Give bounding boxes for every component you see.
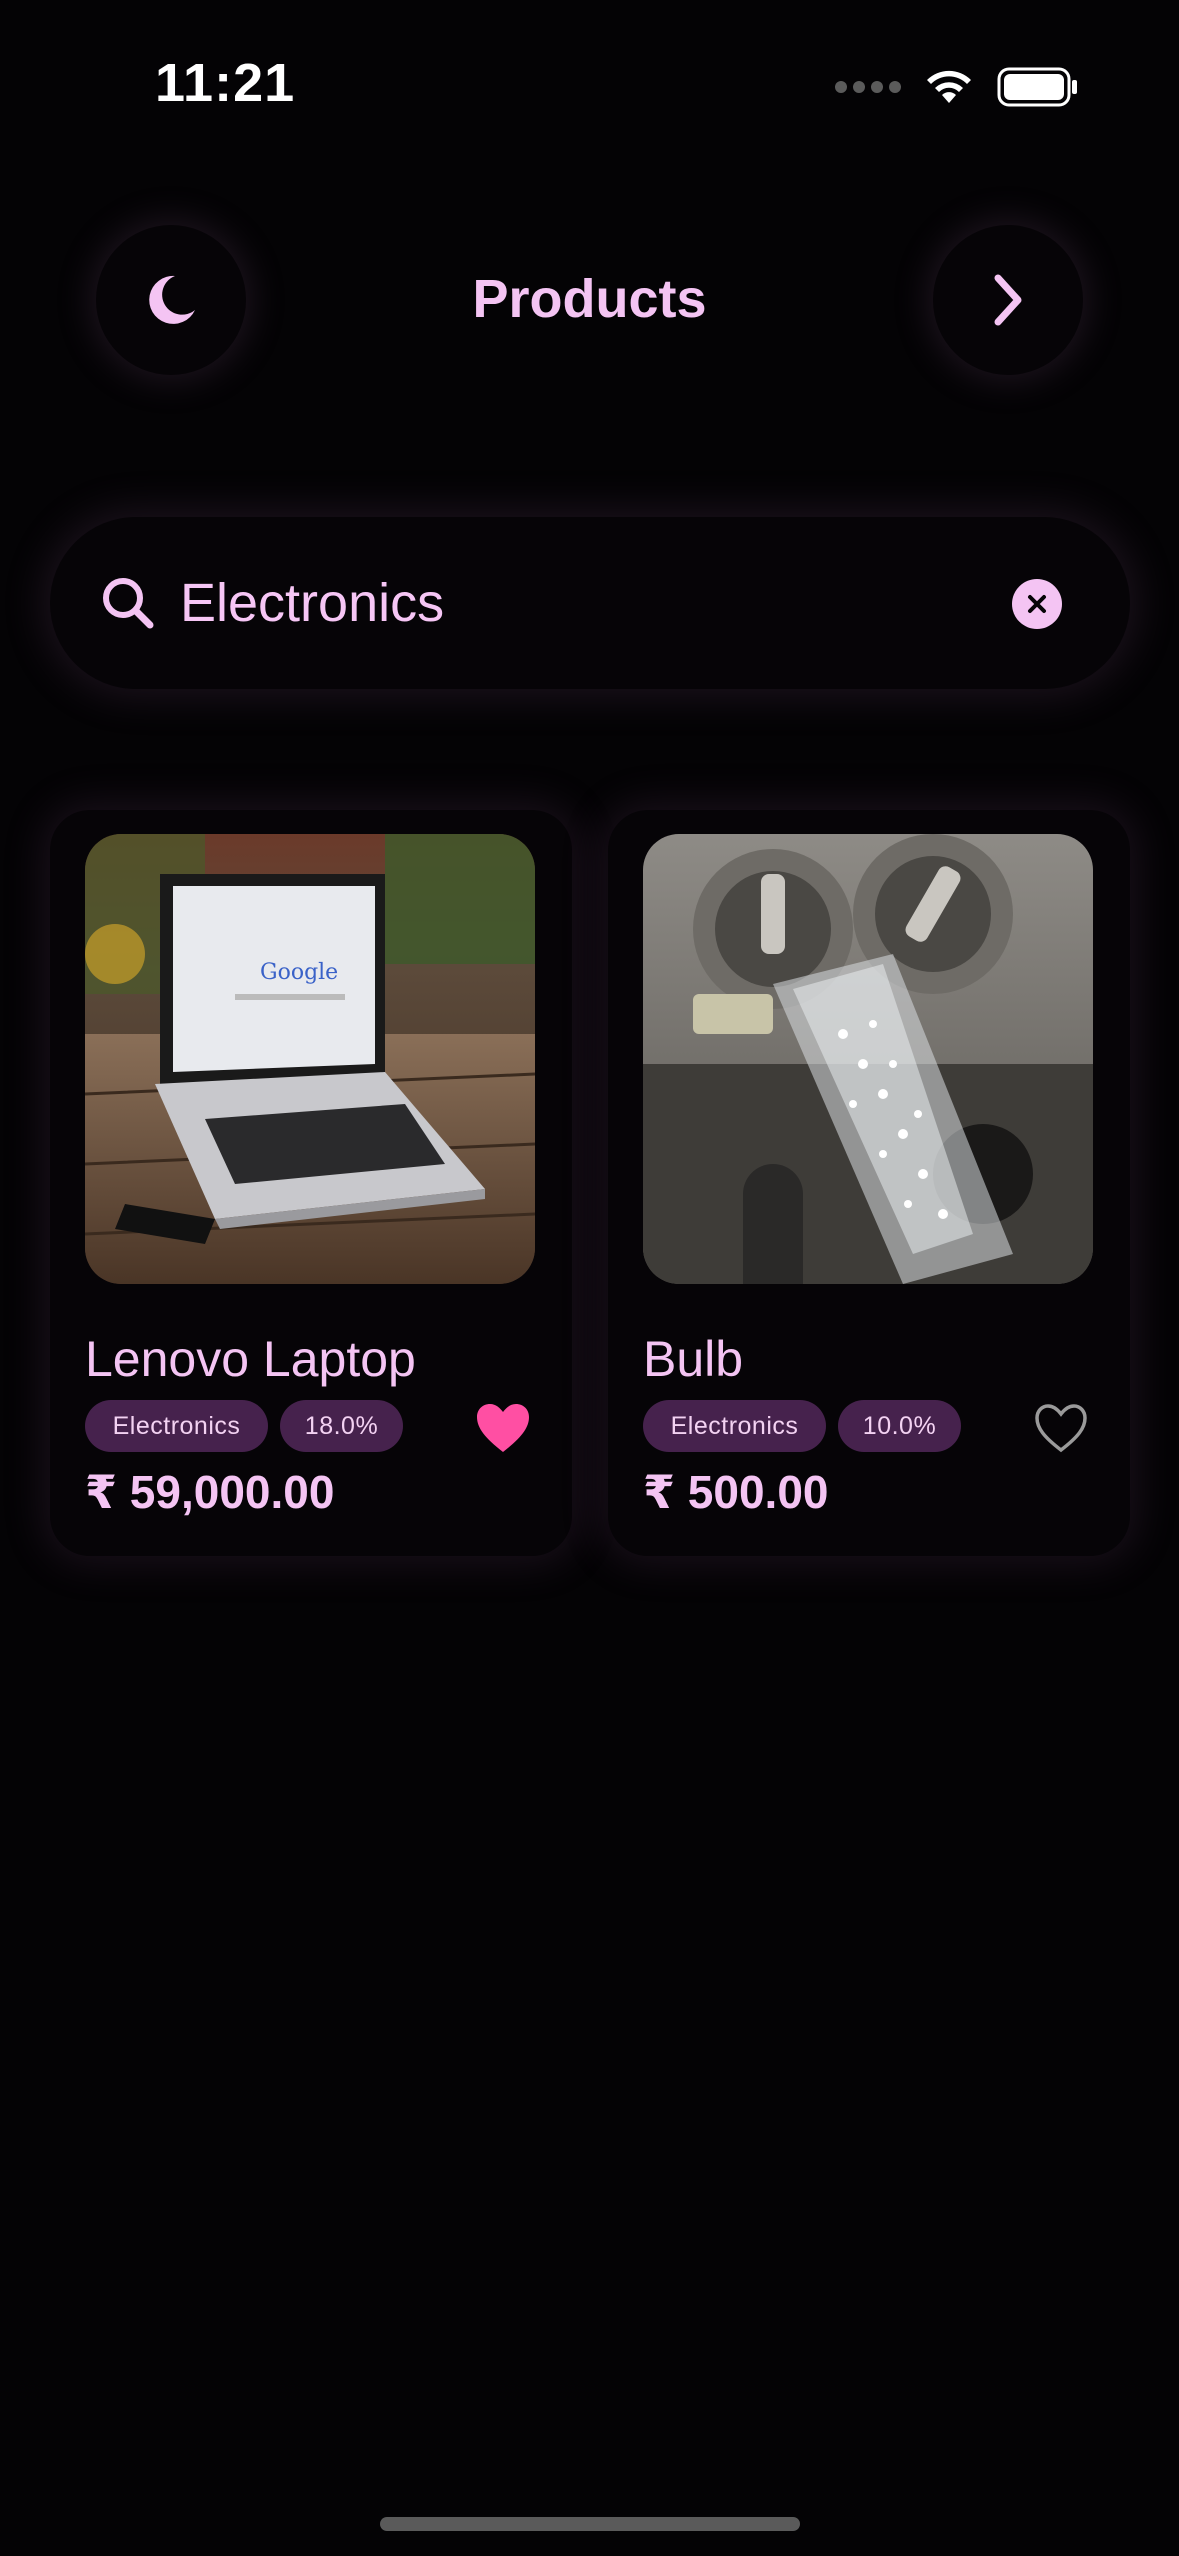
search-input[interactable] [180, 565, 1000, 641]
product-card[interactable]: Google Lenovo Laptop Electronics 18.0% ₹… [50, 810, 572, 1556]
product-name: Lenovo Laptop [85, 1331, 416, 1387]
product-image-bulb [643, 834, 1093, 1284]
product-image-laptop: Google [85, 834, 535, 1284]
status-icons [835, 62, 1079, 112]
home-indicator[interactable] [380, 2517, 800, 2531]
heart-outline-icon[interactable] [1033, 1402, 1089, 1454]
product-card[interactable]: Bulb Electronics 10.0% ₹ 500.00 [608, 810, 1130, 1556]
status-time: 11:21 [155, 53, 296, 113]
close-icon [1028, 595, 1046, 613]
heart-filled-icon[interactable] [475, 1402, 531, 1454]
wifi-icon [927, 70, 971, 103]
clear-search-button[interactable] [1012, 579, 1062, 629]
search-icon [103, 578, 154, 629]
discount-chip: 18.0% [280, 1400, 403, 1452]
svg-text:Google: Google [260, 960, 338, 985]
battery-icon [997, 67, 1077, 107]
discount-chip: 10.0% [838, 1400, 961, 1452]
product-price: ₹ 500.00 [643, 1466, 829, 1518]
chevron-right-icon [994, 274, 1022, 326]
product-price: ₹ 59,000.00 [85, 1466, 335, 1518]
category-chip: Electronics [85, 1400, 268, 1452]
products-screen: 11:21 Products Electronics Google Lenovo… [0, 0, 1179, 2556]
cellular-signal-icon [835, 81, 901, 93]
search-bar[interactable] [50, 517, 1130, 689]
product-name: Bulb [643, 1331, 744, 1387]
category-chip: Electronics [643, 1400, 826, 1452]
next-button[interactable] [933, 225, 1083, 375]
